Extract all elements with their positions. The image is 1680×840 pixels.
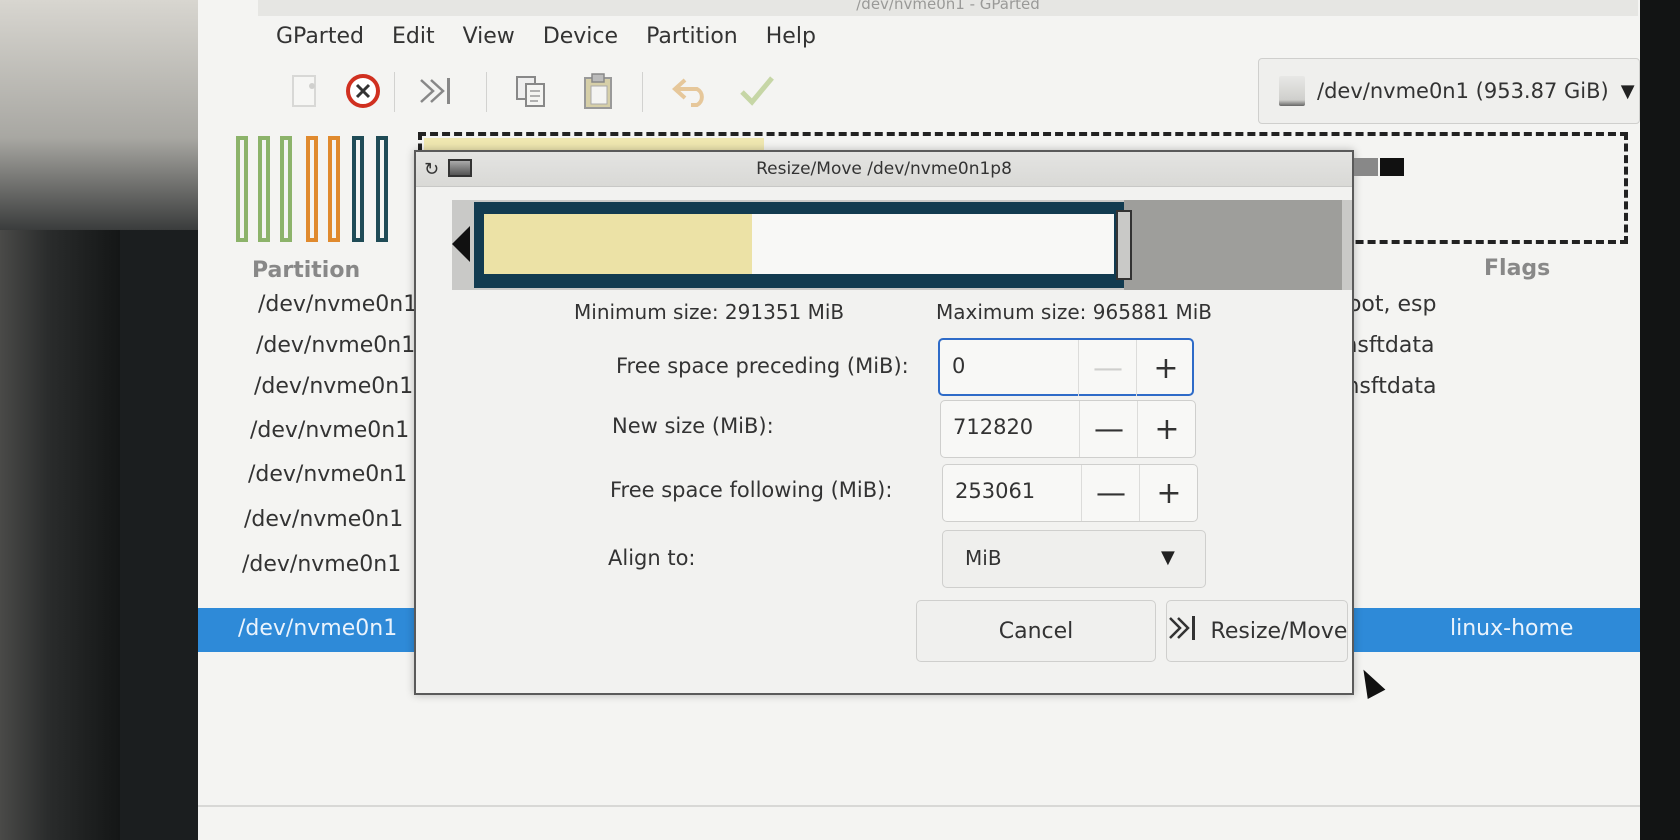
- free-preceding-input[interactable]: 0: [952, 354, 965, 378]
- maximize-button[interactable]: [1354, 158, 1378, 176]
- chevron-down-icon: ▼: [1161, 547, 1175, 568]
- partition-map-block[interactable]: [376, 136, 388, 242]
- resize-move-icon: [1167, 613, 1201, 650]
- align-to-label: Align to:: [608, 546, 696, 570]
- partition-cell: /dev/nvme0n1: [242, 552, 402, 577]
- new-size-label: New size (MiB):: [612, 414, 774, 438]
- resize-move-button-label: Resize/Move: [1210, 618, 1348, 644]
- decrement-button[interactable]: —: [1078, 340, 1137, 396]
- close-button[interactable]: [1380, 158, 1404, 176]
- monitor-bezel-right: [1640, 0, 1680, 840]
- partition-cell: /dev/nvme0n1: [248, 462, 408, 487]
- new-size-spinner[interactable]: 712820 — +: [940, 400, 1196, 458]
- partition-cell: /dev/nvme0n1: [256, 333, 416, 358]
- partition-cell: /dev/nvme0n1: [244, 507, 404, 532]
- menu-help[interactable]: Help: [766, 24, 816, 49]
- window-title: /dev/nvme0n1 - GParted: [258, 0, 1638, 16]
- resize-move-icon[interactable]: [416, 70, 458, 112]
- drive-icon: [1279, 76, 1305, 106]
- new-size-input[interactable]: 712820: [953, 415, 1033, 439]
- partition-map-block[interactable]: [258, 136, 270, 242]
- apply-icon[interactable]: [736, 70, 778, 112]
- resize-move-dialog: ↻ Resize/Move /dev/nvme0n1p8 Minimum siz…: [414, 150, 1404, 695]
- chevron-down-icon: ▼: [1620, 80, 1635, 102]
- background-wall: [0, 0, 200, 230]
- free-following-label: Free space following (MiB):: [610, 478, 893, 502]
- status-divider: [198, 805, 1640, 807]
- decrement-button[interactable]: —: [1081, 465, 1140, 521]
- align-to-value: MiB: [965, 546, 1002, 570]
- flags-cell: linux-home: [1450, 616, 1574, 641]
- undo-icon[interactable]: [670, 70, 712, 112]
- free-preceding-label: Free space preceding (MiB):: [616, 354, 909, 378]
- menu-gparted[interactable]: GParted: [276, 24, 364, 49]
- unallocated-region: [1124, 200, 1342, 290]
- menubar: GParted Edit View Device Partition Help: [258, 16, 1638, 56]
- partition-cell: /dev/nvme0n1: [258, 292, 418, 317]
- toolbar-separator: [642, 72, 643, 112]
- increment-button[interactable]: +: [1136, 340, 1195, 396]
- resize-move-button[interactable]: Resize/Move: [1166, 600, 1348, 662]
- delete-icon[interactable]: [342, 70, 384, 112]
- menu-view[interactable]: View: [463, 24, 515, 49]
- copy-icon[interactable]: [510, 70, 552, 112]
- partition-map-block[interactable]: [352, 136, 364, 242]
- align-to-select[interactable]: MiB ▼: [942, 530, 1206, 588]
- decrement-button[interactable]: —: [1079, 401, 1138, 457]
- increment-button[interactable]: +: [1137, 401, 1196, 457]
- free-following-input[interactable]: 253061: [955, 479, 1035, 503]
- menu-edit[interactable]: Edit: [392, 24, 435, 49]
- dialog-title: Resize/Move /dev/nvme0n1p8: [756, 159, 1012, 179]
- cancel-button[interactable]: Cancel: [916, 600, 1156, 662]
- paste-icon[interactable]: [578, 70, 620, 112]
- free-preceding-spinner[interactable]: 0 — +: [938, 338, 1194, 396]
- right-resize-handle[interactable]: [1116, 210, 1132, 280]
- menu-partition[interactable]: Partition: [646, 24, 738, 49]
- toolbar-separator: [394, 72, 395, 112]
- partition-cell: /dev/nvme0n1: [238, 616, 398, 641]
- left-resize-handle[interactable]: [452, 226, 470, 262]
- partition-resizer[interactable]: [452, 200, 1352, 290]
- toolbar: /dev/nvme0n1 (953.87 GiB) ▼: [258, 58, 1640, 126]
- increment-button[interactable]: +: [1139, 465, 1198, 521]
- partition-map-block[interactable]: [306, 136, 318, 242]
- menu-device[interactable]: Device: [543, 24, 618, 49]
- dialog-titlebar: ↻ Resize/Move /dev/nvme0n1p8: [416, 152, 1404, 187]
- partition-cell: /dev/nvme0n1: [250, 418, 410, 443]
- partition-cell: /dev/nvme0n1: [254, 374, 414, 399]
- minimum-size-label: Minimum size: 291351 MiB: [574, 300, 845, 324]
- device-selector[interactable]: /dev/nvme0n1 (953.87 GiB) ▼: [1258, 58, 1640, 124]
- free-following-spinner[interactable]: 253061 — +: [942, 464, 1198, 522]
- toolbar-separator: [486, 72, 487, 112]
- partition-map-block[interactable]: [236, 136, 248, 242]
- new-partition-icon[interactable]: [284, 70, 326, 112]
- column-header-flags[interactable]: Flags: [1484, 256, 1550, 281]
- partition-map-block[interactable]: [328, 136, 340, 242]
- cancel-button-label: Cancel: [998, 618, 1074, 644]
- device-label: /dev/nvme0n1 (953.87 GiB): [1317, 79, 1609, 103]
- column-header-partition[interactable]: Partition: [252, 258, 360, 283]
- used-space-bar: [484, 214, 752, 274]
- partition-map-block[interactable]: [280, 136, 292, 242]
- maximum-size-label: Maximum size: 965881 MiB: [936, 300, 1213, 324]
